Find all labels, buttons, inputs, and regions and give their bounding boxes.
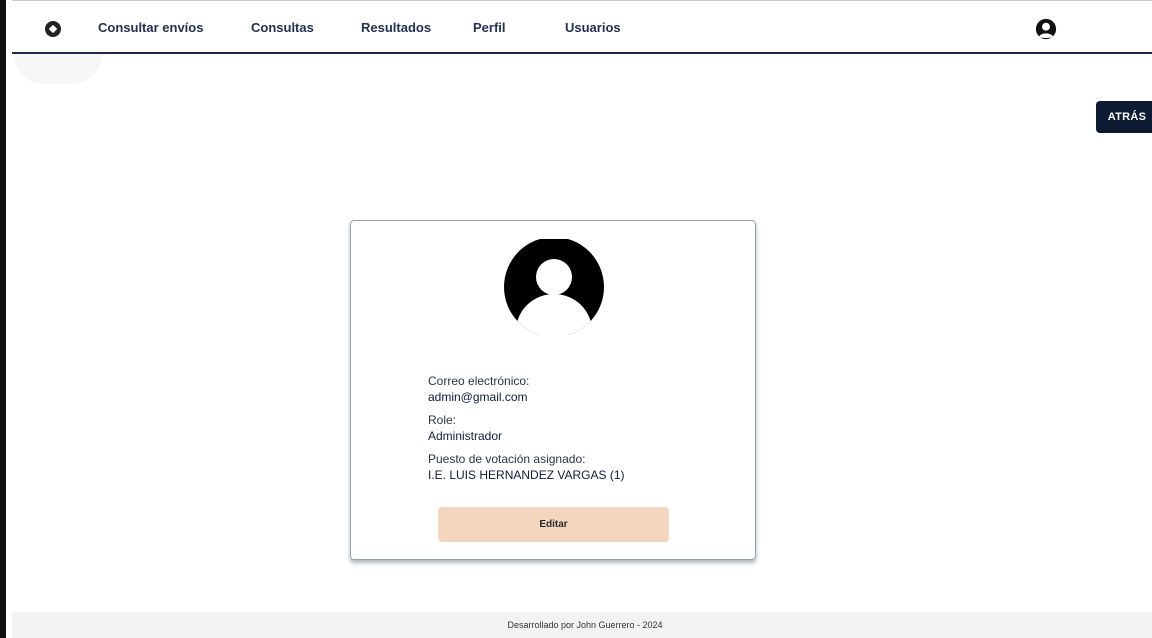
- nav-item-resultados[interactable]: Resultados: [361, 20, 431, 35]
- back-button[interactable]: ATRÁS: [1096, 101, 1152, 133]
- user-avatar-icon: [504, 239, 604, 335]
- role-label: Role:: [428, 413, 457, 427]
- footer-text: Desarrollado por John Guerrero - 2024: [507, 620, 663, 630]
- footer: Desarrollado por John Guerrero - 2024: [12, 612, 1152, 638]
- nav-item-consultas[interactable]: Consultas: [251, 20, 314, 35]
- profile-info: Correo electrónico: admin@gmail.com Role…: [428, 373, 624, 490]
- top-navbar: Consultar envíos Consultas Resultados Pe…: [12, 0, 1152, 54]
- station-label: Puesto de votación asignado:: [428, 452, 586, 466]
- nav-item-perfil[interactable]: Perfil: [473, 20, 506, 35]
- background-decoration: [14, 54, 102, 84]
- email-label: Correo electrónico:: [428, 374, 530, 388]
- profile-card: Correo electrónico: admin@gmail.com Role…: [350, 220, 756, 560]
- user-avatar-icon[interactable]: [1035, 18, 1057, 40]
- app-window: Consultar envíos Consultas Resultados Pe…: [0, 0, 1152, 638]
- role-value: Administrador: [428, 429, 503, 443]
- nav-item-usuarios[interactable]: Usuarios: [565, 20, 621, 35]
- nav-item-consultar-envios[interactable]: Consultar envíos: [98, 20, 203, 35]
- station-value: I.E. LUIS HERNANDEZ VARGAS (1): [428, 468, 625, 482]
- edit-button[interactable]: Editar: [438, 507, 669, 542]
- compass-icon[interactable]: [45, 21, 61, 37]
- email-value: admin@gmail.com: [428, 390, 528, 404]
